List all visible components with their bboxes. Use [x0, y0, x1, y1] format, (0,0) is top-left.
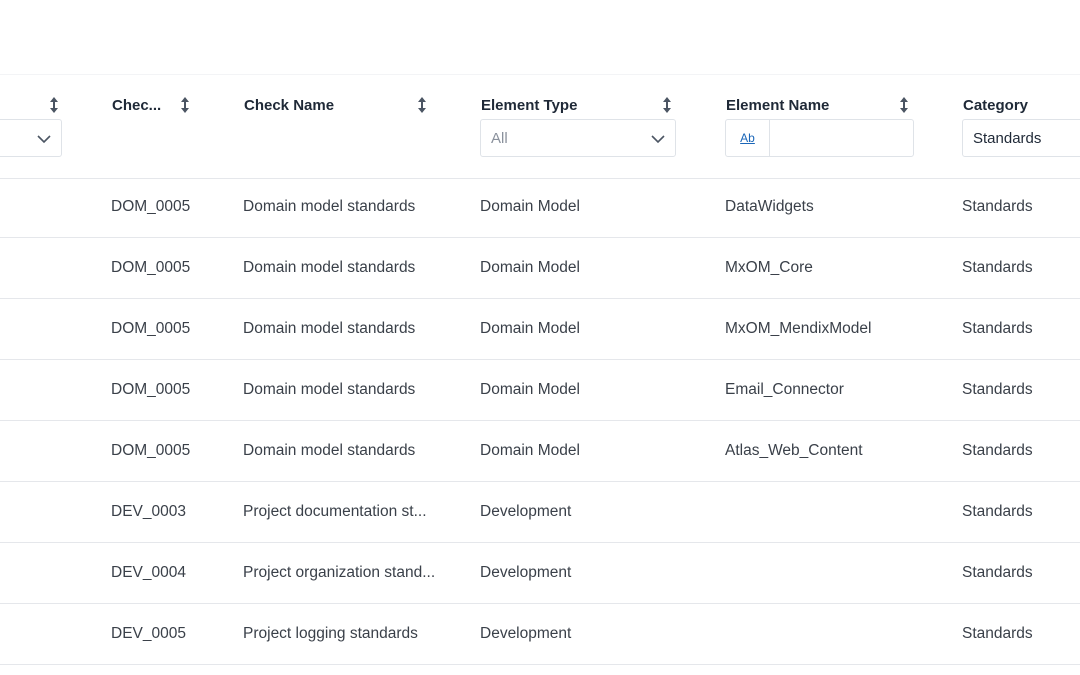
table-body: DOM_0005 Domain model standards Domain M…: [0, 177, 1080, 665]
element-name-filter-input[interactable]: [770, 120, 913, 156]
cell-element-name: [725, 482, 950, 542]
cell-element-type: Domain Model: [480, 320, 580, 337]
element-name-filter: Ab: [725, 119, 914, 157]
cell-check-name: Project documentation st...: [243, 503, 427, 520]
cell-check-name: Domain model standards: [243, 259, 416, 276]
top-spacer: [0, 0, 1080, 74]
cell-check: DEV_0005: [111, 625, 186, 642]
table-header: Chec... Check Name Element Type All Elem…: [0, 74, 1080, 179]
cell-element-name: [725, 604, 950, 664]
cell-element-type: Domain Model: [480, 198, 580, 215]
cell-category: Standards: [962, 503, 1033, 520]
cell-category: Standards: [962, 381, 1033, 398]
header-col-check-name: Check Name: [244, 75, 444, 178]
cell-check-name: Domain model standards: [243, 381, 416, 398]
cell-element-name: Email_Connector: [725, 381, 844, 398]
cell-check: DOM_0005: [111, 198, 191, 215]
cell-element-type: Domain Model: [480, 381, 580, 398]
cell-element-name: MxOM_Core: [725, 259, 813, 276]
category-filter-dropdown[interactable]: Standards: [962, 119, 1080, 157]
filter-value: Standards: [973, 130, 1042, 147]
sort-icon[interactable]: [417, 96, 427, 114]
cell-element-type: Domain Model: [480, 259, 580, 276]
sort-icon[interactable]: [180, 96, 190, 114]
text-filter-mode-button[interactable]: Ab: [726, 120, 770, 156]
cell-element-name: MxOM_MendixModel: [725, 320, 872, 337]
cell-element-type: Domain Model: [480, 442, 580, 459]
cell-check: DOM_0005: [111, 442, 191, 459]
table-row[interactable]: DOM_0005 Domain model standards Domain M…: [0, 299, 1080, 360]
cell-check: DOM_0005: [111, 320, 191, 337]
cell-check-name: Project organization stand...: [243, 564, 436, 581]
column-title-element-name[interactable]: Element Name: [726, 97, 829, 114]
cell-category: Standards: [962, 442, 1033, 459]
element-type-filter-dropdown[interactable]: All: [480, 119, 676, 157]
table-row[interactable]: DEV_0004 Project organization stand... D…: [0, 543, 1080, 604]
cell-check-name: Domain model standards: [243, 198, 416, 215]
hidden-col-filter-dropdown[interactable]: [0, 119, 62, 157]
cell-category: Standards: [962, 198, 1033, 215]
cell-category: Standards: [962, 320, 1033, 337]
cell-element-type: Development: [480, 503, 572, 520]
cell-check: DOM_0005: [111, 381, 191, 398]
chevron-down-icon: [651, 132, 665, 144]
table-row[interactable]: DOM_0005 Domain model standards Domain M…: [0, 421, 1080, 482]
sort-icon[interactable]: [662, 96, 672, 114]
cell-check: DEV_0003: [111, 503, 186, 520]
cell-element-type: Development: [480, 564, 572, 581]
cell-check-name: Domain model standards: [243, 442, 416, 459]
cell-element-name: [725, 543, 950, 603]
cell-check: DEV_0004: [111, 564, 186, 581]
cell-category: Standards: [962, 625, 1033, 642]
header-col-element-type: Element Type All: [480, 75, 680, 178]
header-col-hidden: [0, 75, 70, 178]
cell-check: DOM_0005: [111, 259, 191, 276]
filter-value: All: [491, 130, 508, 147]
column-title-category[interactable]: Category: [963, 97, 1028, 114]
column-title-check-name[interactable]: Check Name: [244, 97, 334, 114]
table-row[interactable]: DOM_0005 Domain model standards Domain M…: [0, 360, 1080, 421]
cell-element-name: Atlas_Web_Content: [725, 442, 863, 459]
column-title-check[interactable]: Chec...: [112, 97, 172, 114]
cell-category: Standards: [962, 259, 1033, 276]
cell-element-type: Development: [480, 625, 572, 642]
column-title-element-type[interactable]: Element Type: [481, 97, 577, 114]
cell-check-name: Project logging standards: [243, 625, 418, 642]
table-row[interactable]: DOM_0005 Domain model standards Domain M…: [0, 238, 1080, 299]
cell-check-name: Domain model standards: [243, 320, 416, 337]
table-row[interactable]: DEV_0005 Project logging standards Devel…: [0, 604, 1080, 665]
header-col-check: Chec...: [112, 75, 222, 178]
header-col-category: Category Standards: [962, 75, 1080, 178]
cell-category: Standards: [962, 564, 1033, 581]
sort-icon[interactable]: [49, 96, 59, 114]
table-row[interactable]: DEV_0003 Project documentation st... Dev…: [0, 482, 1080, 543]
header-col-element-name: Element Name Ab: [725, 75, 925, 178]
chevron-down-icon: [37, 132, 51, 144]
table-row[interactable]: DOM_0005 Domain model standards Domain M…: [0, 177, 1080, 238]
sort-icon[interactable]: [899, 96, 909, 114]
cell-element-name: DataWidgets: [725, 198, 814, 215]
